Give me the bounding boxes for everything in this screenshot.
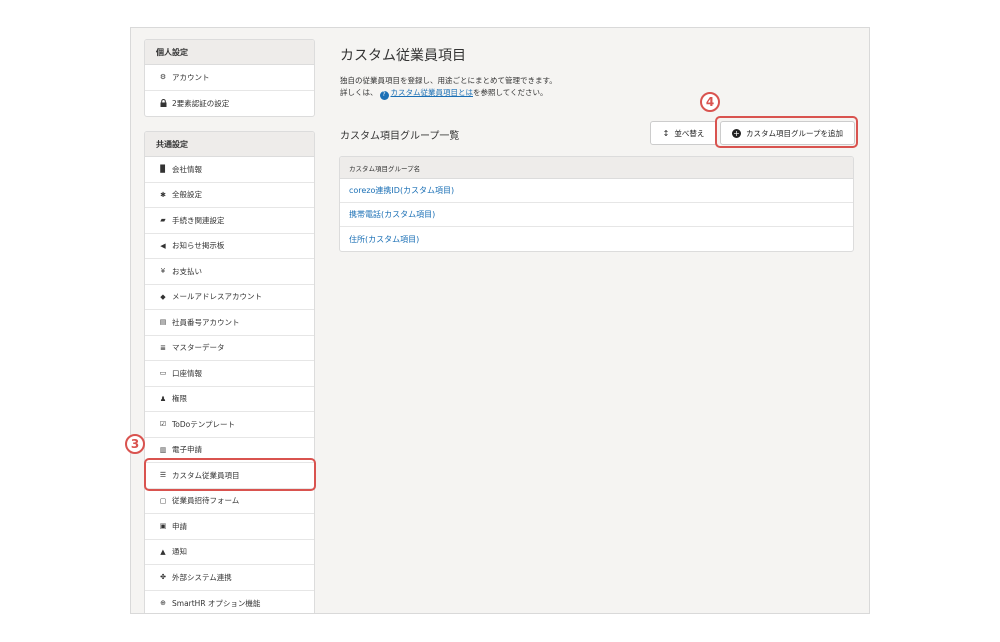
sidebar-item-smarthr-options[interactable]: ⊕ SmartHR オプション機能 [145,591,314,614]
step-3-badge: 3 [125,434,145,454]
sidebar-item-general[interactable]: ✱ 全般設定 [145,183,314,208]
sidebar-item-external-integration[interactable]: ✤ 外部システム連携 [145,565,314,591]
custom-group-table: カスタム項目グループ名 corezo連携ID(カスタム項目) 携帯電話(カスタム… [339,156,854,252]
lock-icon [158,99,168,108]
database-icon: ≣ [160,343,166,352]
sidebar-item-email-accounts[interactable]: ◆ メールアドレスアカウント [145,285,314,310]
section-title: カスタム項目グループ一覧 [340,131,460,142]
star-icon: ✱ [160,190,166,199]
page-title: カスタム従業員項目 [340,48,466,64]
table-row[interactable]: 携帯電話(カスタム項目) [340,203,853,227]
table-header: カスタム項目グループ名 [340,157,853,179]
sidebar-item-label: マスターデータ [172,343,225,353]
sidebar-item-label: 外部システム連携 [172,572,232,582]
description-suffix: を参照してください。 [473,88,548,97]
group-link[interactable]: 携帯電話(カスタム項目) [349,209,435,220]
personal-settings-card: 個人設定 ⚙ アカウント 2要素認証の設定 [144,39,315,117]
sidebar-item-label: 会社情報 [172,164,202,174]
group-link[interactable]: corezo連携ID(カスタム項目) [349,185,454,196]
sidebar-item-permissions[interactable]: ♟ 権限 [145,387,314,412]
common-settings-heading: 共通設定 [145,132,314,157]
description-line-1: 独自の従業員項目を登録し、用途ごとにまとめて管理できます。 [340,76,557,85]
id-card-icon: ▤ [159,318,167,327]
description-line-2: 詳しくは、? カスタム従業員項目とはを参照してください。 [340,87,557,100]
sidebar-item-label: 従業員招待フォーム [172,496,240,506]
sidebar-item-label: 口座情報 [172,368,202,378]
personal-settings-heading: 個人設定 [145,40,314,65]
group-link[interactable]: 住所(カスタム項目) [349,234,419,245]
highlight-add-button [715,116,858,148]
sidebar-item-account[interactable]: ⚙ アカウント [145,65,314,91]
common-settings-card: 共通設定 ▉ 会社情報 ✱ 全般設定 ▰ 手続き関連設定 ◀ お知らせ掲示板 ¥… [144,131,315,614]
card-icon: ▭ [159,369,167,378]
user-icon: ♟ [159,394,167,403]
gear-icon: ⚙ [159,73,167,82]
sidebar-item-2fa[interactable]: 2要素認証の設定 [145,91,314,117]
plus-circle-icon: ⊕ [160,599,166,608]
form-icon: ▢ [159,496,167,505]
sort-button[interactable]: ↕ 並べ替え [650,121,717,145]
sidebar-item-label: 手続き関連設定 [172,215,225,225]
sort-button-label: 並べ替え [674,128,705,138]
table-row[interactable]: corezo連携ID(カスタム項目) [340,179,853,203]
yen-icon: ¥ [160,267,166,276]
sidebar-item-master-data[interactable]: ≣ マスターデータ [145,336,314,361]
highlight-custom-fields [144,458,316,491]
sidebar-item-label: お知らせ掲示板 [172,241,225,251]
step-4-badge: 4 [700,92,720,112]
sidebar-item-notice-board[interactable]: ◀ お知らせ掲示板 [145,234,314,259]
sidebar-item-label: 電子申請 [172,445,202,455]
building-icon: ▉ [160,165,166,174]
description-prefix: 詳しくは、 [340,88,378,97]
sort-arrows-icon: ↕ [662,128,670,138]
help-icon: ? [379,90,389,100]
sidebar-item-procedures[interactable]: ▰ 手続き関連設定 [145,208,314,234]
sidebar-item-label: 全般設定 [172,190,202,200]
sidebar-item-notifications[interactable]: ▲ 通知 [145,540,314,565]
users-icon: ◆ [160,292,166,301]
sidebar-item-label: SmartHR オプション機能 [172,598,261,608]
help-link[interactable]: カスタム従業員項目とは [391,88,474,97]
sidebar-item-label: 権限 [172,394,187,404]
bank-icon: ▥ [159,445,167,454]
bell-icon: ▲ [160,547,166,556]
table-row[interactable]: 住所(カスタム項目) [340,227,853,251]
sidebar-item-label: ToDoテンプレート [172,419,236,429]
sidebar-item-label: 申請 [172,521,187,531]
checkbox-icon: ☑ [159,420,167,429]
sidebar-item-payment[interactable]: ¥ お支払い [145,259,314,285]
application-icon: ▣ [159,522,167,531]
link-icon: ✤ [160,573,166,582]
sidebar-item-bank-account[interactable]: ▭ 口座情報 [145,361,314,387]
page-description: 独自の従業員項目を登録し、用途ごとにまとめて管理できます。 詳しくは、? カスタム… [340,75,557,100]
sidebar-item-employee-number-accounts[interactable]: ▤ 社員番号アカウント [145,310,314,336]
sidebar-item-label: 通知 [172,547,187,557]
sidebar-item-applications[interactable]: ▣ 申請 [145,514,314,540]
sidebar-item-company-info[interactable]: ▉ 会社情報 [145,157,314,183]
sidebar-item-label: アカウント [172,72,210,82]
sidebar-item-todo-template[interactable]: ☑ ToDoテンプレート [145,412,314,438]
procedure-icon: ▰ [160,216,166,225]
sidebar-item-invite-form[interactable]: ▢ 従業員招待フォーム [145,489,314,514]
sidebar-item-label: 社員番号アカウント [172,317,240,327]
sidebar-item-label: メールアドレスアカウント [172,292,262,302]
megaphone-icon: ◀ [160,241,166,250]
sidebar-item-label: お支払い [172,266,202,276]
sidebar-item-label: 2要素認証の設定 [172,98,230,108]
